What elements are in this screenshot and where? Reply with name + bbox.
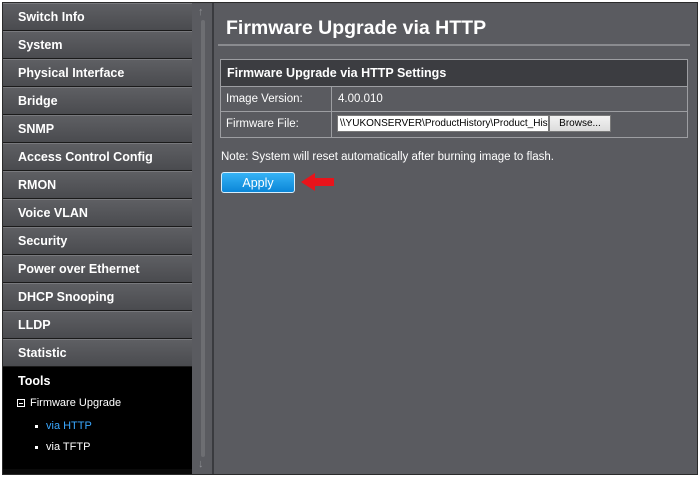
scroll-down-icon[interactable]: ↓ [198,459,204,470]
sidebar-leaf-label: via HTTP [46,420,92,432]
collapse-icon[interactable] [17,399,25,407]
settings-table-header: Firmware Upgrade via HTTP Settings [221,60,687,87]
sidebar-item-security[interactable]: Security [3,227,192,255]
sidebar-item-switch-info[interactable]: Switch Info [3,3,192,31]
settings-table: Firmware Upgrade via HTTP Settings Image… [220,59,688,138]
sidebar-item-rmon[interactable]: RMON [3,171,192,199]
sidebar-item-tools[interactable]: Tools [3,367,192,395]
firmware-file-input[interactable]: \\YUKONSERVER\ProductHistory\Product_His… [337,115,549,132]
sidebar-item-dhcp-snooping[interactable]: DHCP Snooping [3,283,192,311]
bullet-icon [35,424,38,428]
firmware-file-label: Firmware File: [221,112,332,137]
sidebar-leaf-via-tftp[interactable]: via TFTP [35,441,90,453]
scroll-up-icon[interactable]: ↑ [198,7,204,18]
scroll-thumb[interactable] [201,20,205,457]
sidebar-item-voice-vlan[interactable]: Voice VLAN [3,199,192,227]
table-row: Firmware File: \\YUKONSERVER\ProductHist… [221,112,687,137]
sidebar-item-system[interactable]: System [3,31,192,59]
reset-note: Note: System will reset automatically af… [221,151,555,163]
sidebar-item-snmp[interactable]: SNMP [3,115,192,143]
image-version-value: 4.00.010 [338,93,383,105]
sidebar-subitem-firmware-upgrade[interactable]: Firmware Upgrade [17,397,121,409]
sidebar-item-statistic[interactable]: Statistic [3,339,192,367]
app-frame: Switch Info System Physical Interface Br… [2,2,698,475]
browse-button[interactable]: Browse... [549,115,611,132]
firmware-file-cell: \\YUKONSERVER\ProductHistory\Product_His… [332,112,687,137]
red-arrow-icon [301,173,334,191]
sidebar: Switch Info System Physical Interface Br… [3,3,192,474]
image-version-label: Image Version: [221,87,332,111]
sidebar-group-tools: Tools Firmware Upgrade via HTTP via TFTP [3,367,192,469]
table-row: Image Version: 4.00.010 [221,87,687,112]
sidebar-leaf-via-http[interactable]: via HTTP [35,420,92,432]
sidebar-leaf-label: via TFTP [46,441,91,453]
bullet-icon [35,445,38,449]
sidebar-subitem-label: Firmware Upgrade [30,397,122,409]
sidebar-item-access-control-config[interactable]: Access Control Config [3,143,192,171]
sidebar-item-lldp[interactable]: LLDP [3,311,192,339]
apply-button[interactable]: Apply [221,172,295,193]
title-divider [218,44,690,46]
sidebar-scrollbar[interactable]: ↑ ↓ [194,3,212,474]
pane-divider [212,3,214,474]
main-content: Firmware Upgrade via HTTP Firmware Upgra… [218,3,697,474]
sidebar-item-power-over-ethernet[interactable]: Power over Ethernet [3,255,192,283]
sidebar-item-bridge[interactable]: Bridge [3,87,192,115]
sidebar-item-physical-interface[interactable]: Physical Interface [3,59,192,87]
page-title: Firmware Upgrade via HTTP [226,17,487,39]
